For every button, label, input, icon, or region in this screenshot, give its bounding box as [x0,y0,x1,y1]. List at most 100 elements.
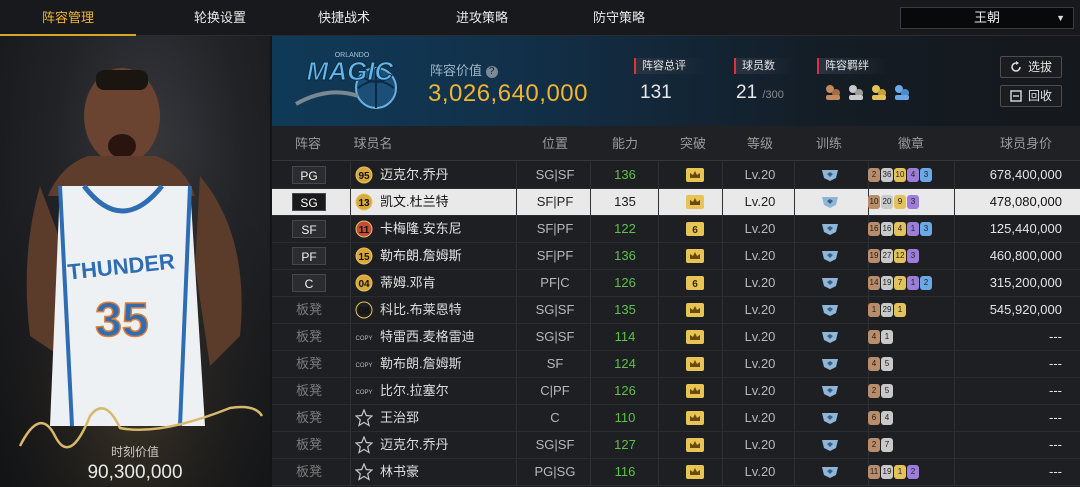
table-row[interactable]: 板凳 COPY 勒布朗.詹姆斯 SF 124 Lv.20 4 5 --- [272,351,1080,378]
lineup-slot: PG [292,166,326,184]
player-level: Lv.20 [744,410,776,425]
header-rating[interactable]: 能力 [590,126,660,161]
player-rating: 124 [614,356,636,371]
lineup-value-label: 阵容价值 ? [430,60,498,79]
training-icon[interactable] [820,330,840,344]
lineup-slot: 板凳 [295,356,322,371]
recycle-button[interactable]: 回收 [1000,85,1062,107]
synergy-group-icon-2[interactable] [849,85,863,100]
copy-card-icon: COPY [355,390,372,396]
team-select-dropdown[interactable]: 王朝 ▼ [900,7,1074,29]
synergy-icons[interactable] [823,82,915,104]
player-name[interactable]: 迈克尔.乔丹 [380,162,449,188]
player-name[interactable]: 特雷西.麦格雷迪 [380,324,475,350]
header-player-value[interactable]: 球员身价 [972,126,1080,161]
training-icon[interactable] [820,303,840,317]
synergy-group-icon-1[interactable] [826,85,840,100]
tab-lineup-management[interactable]: 阵容管理 [0,0,136,36]
player-level: Lv.20 [744,356,776,371]
training-icon[interactable] [820,438,840,452]
badge-list[interactable]: 10 20 9 3 [868,195,920,209]
svg-text:95: 95 [358,171,370,182]
table-row[interactable]: 板凳 COPY 特雷西.麦格雷迪 SG|SF 114 Lv.20 4 1 --- [272,324,1080,351]
tab-offense-strategy[interactable]: 进攻策略 [414,0,550,36]
badge-count: 10 [894,168,906,182]
player-count: 21 /300 [736,82,784,104]
jersey-number-text: 35 [95,294,148,347]
player-name[interactable]: 林书豪 [380,459,419,485]
table-row[interactable]: C 04 蒂姆.邓肯 PF|C 126 6 Lv.20 14 19 7 1 2 315,200,000 [272,270,1080,297]
header-breakthrough[interactable]: 突破 [658,126,728,161]
badge-list[interactable]: 11 19 1 2 [868,465,920,479]
training-icon[interactable] [820,195,840,209]
badge-list[interactable]: 25 [868,384,894,398]
player-count-max: /300 [762,89,784,101]
training-icon[interactable] [820,168,840,182]
header-training[interactable]: 训练 [794,126,864,161]
table-row[interactable]: PF 15 勒布朗.詹姆斯 SF|PF 136 Lv.20 19 27 12 3 460,800,0… [272,243,1080,270]
svg-text:13: 13 [358,198,370,209]
table-row[interactable]: SG 13 凯文.杜兰特 SF|PF 135 Lv.20 10 20 9 3 478,080,000 [272,189,1080,216]
player-name[interactable]: 蒂姆.邓肯 [380,270,436,296]
table-row[interactable]: 板凳 林书豪 PG|SG 116 Lv.20 11 19 1 2 --- [272,459,1080,486]
badge-list[interactable]: 64 [868,411,894,425]
header-badges[interactable]: 徽章 [868,126,954,161]
training-icon[interactable] [820,465,840,479]
player-name[interactable]: 科比.布莱恩特 [380,297,462,323]
badge-count: 27 [881,249,893,263]
player-position: SF|PF [536,221,574,236]
header-level[interactable]: 等级 [722,126,798,161]
badge-list[interactable]: 2 36 10 4 3 [868,168,933,182]
synergy-group-icon-3[interactable] [872,85,886,100]
player-level: Lv.20 [744,329,776,344]
tab-rotation-settings[interactable]: 轮换设置 [152,0,288,36]
header-position[interactable]: 位置 [516,126,594,161]
synergy-group-icon-4[interactable] [895,85,909,100]
table-row[interactable]: 板凳 08 科比.布莱恩特 SG|SF 135 Lv.20 1 29 1 545,920,000 [272,297,1080,324]
table-row[interactable]: 板凳 王治郅 C 110 Lv.20 6 4 --- [272,405,1080,432]
training-icon[interactable] [820,276,840,290]
player-rating: 116 [614,464,636,479]
training-icon[interactable] [820,249,840,263]
table-row[interactable]: 板凳 迈克尔.乔丹 SG|SF 127 Lv.20 2 7 --- [272,432,1080,459]
badge-list[interactable]: 14 19 7 1 2 [868,276,933,290]
featured-player-card[interactable]: THUNDER 35 时刻价值 90,300,000 [0,36,270,487]
table-row[interactable]: 板凳 COPY 比尔.拉塞尔 C|PF 126 Lv.20 2 5 --- [272,378,1080,405]
table-row[interactable]: PG 95 迈克尔.乔丹 SG|SF 136 Lv.20 2 36 10 4 3 678,400,00… [272,162,1080,189]
player-name[interactable]: 勒布朗.詹姆斯 [380,351,462,377]
badge-list[interactable]: 1 29 1 [868,303,907,317]
training-icon[interactable] [820,222,840,236]
table-row[interactable]: SF 11 卡梅隆.安东尼 SF|PF 122 6 Lv.20 16 16 4 1 3 125,440,… [272,216,1080,243]
badge-list[interactable]: 45 [868,357,894,371]
select-button[interactable]: 选拔 [1000,56,1062,78]
badge-count: 16 [868,222,880,236]
training-icon[interactable] [820,357,840,371]
player-value: 460,800,000 [989,248,1062,263]
help-icon[interactable]: ? [485,65,498,78]
tab-defense-strategy[interactable]: 防守策略 [551,0,687,36]
recycle-icon [1010,90,1022,102]
tab-quick-tactics[interactable]: 快捷战术 [276,0,412,36]
player-name[interactable]: 卡梅隆.安东尼 [380,216,462,242]
badge-count: 2 [920,276,932,290]
training-icon[interactable] [820,384,840,398]
header-player-name[interactable]: 球员名 [350,126,396,161]
training-icon[interactable] [820,411,840,425]
player-name[interactable]: 凯文.杜兰特 [380,189,449,215]
player-count-value: 21 [736,82,758,103]
badge-list[interactable]: 27 [868,438,894,452]
player-name[interactable]: 勒布朗.詹姆斯 [380,243,462,269]
column-divider [350,432,351,458]
svg-text:08: 08 [358,306,370,317]
badge-list[interactable]: 16 16 4 1 3 [868,222,933,236]
header-lineup[interactable]: 阵容 [282,126,334,161]
player-name[interactable]: 王治郅 [380,405,419,431]
player-name[interactable]: 迈克尔.乔丹 [380,432,449,458]
badge-count: 19 [881,276,893,290]
badge-list[interactable]: 19 27 12 3 [868,249,920,263]
svg-text:COPY: COPY [355,336,372,342]
player-name[interactable]: 比尔.拉塞尔 [380,378,449,404]
lineup-slot: SF [292,220,326,238]
badge-list[interactable]: 41 [868,330,894,344]
player-rating: 126 [614,383,636,398]
